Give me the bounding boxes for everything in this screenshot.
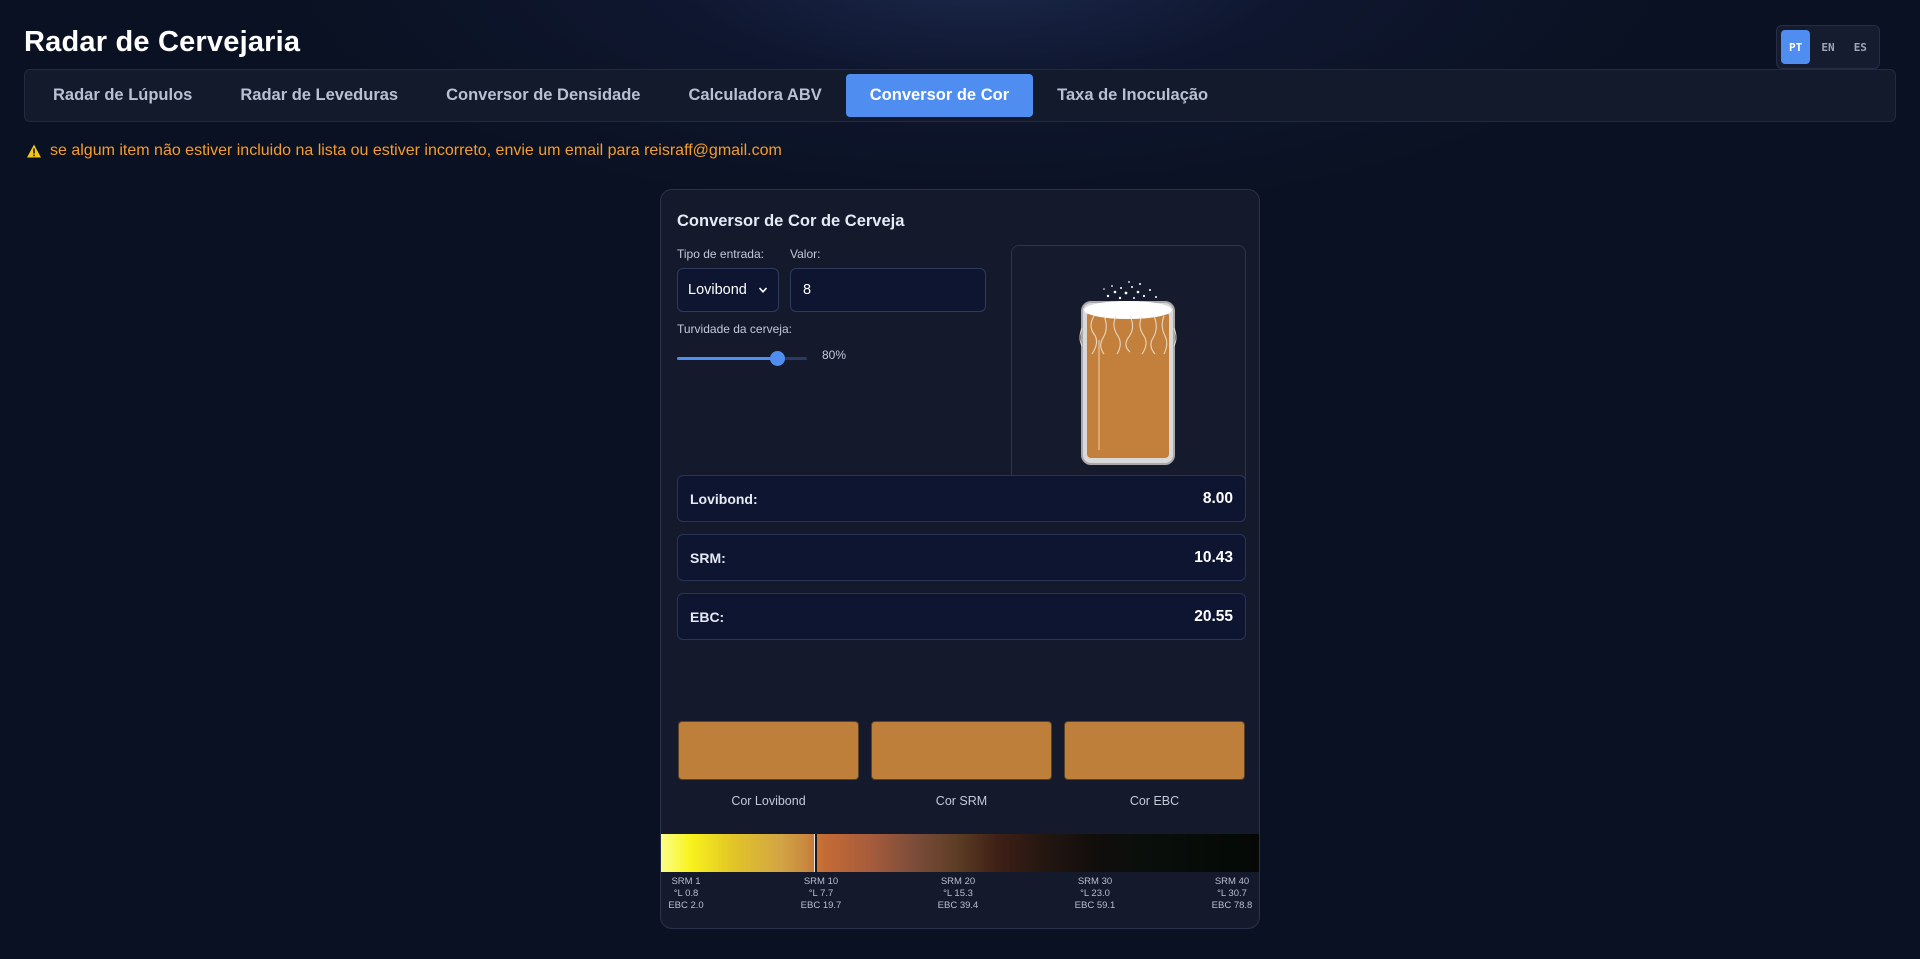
main-tabs: Radar de Lúpulos Radar de Leveduras Conv… (24, 69, 1896, 122)
tick-ebc: EBC 2.0 (668, 900, 704, 911)
scale-tick: SRM 40 °L 30.7 EBC 78.8 (1192, 876, 1259, 912)
result-lovibond: Lovibond: 8.00 (677, 475, 1246, 522)
notice-text: se algum item não estiver incluido na li… (50, 142, 782, 159)
tab-pitch-rate[interactable]: Taxa de Inoculação (1033, 74, 1232, 117)
value-label: Valor: (790, 247, 821, 261)
beer-glass-icon (1079, 281, 1177, 465)
tick-lovibond: °L 23.0 (1080, 888, 1110, 899)
result-srm: SRM: 10.43 (677, 534, 1246, 581)
tick-lovibond: °L 7.7 (808, 888, 834, 899)
scale-tick: SRM 1 °L 0.8 EBC 2.0 (661, 876, 726, 912)
tick-srm: SRM 1 (671, 876, 701, 887)
swatch-label-ebc: Cor EBC (1129, 794, 1180, 808)
swatch-label-lovibond: Cor Lovibond (731, 794, 806, 808)
scale-tick: SRM 30 °L 23.0 EBC 59.1 (1055, 876, 1135, 912)
tab-color-converter[interactable]: Conversor de Cor (845, 74, 1034, 117)
tick-srm: SRM 40 (1214, 876, 1250, 887)
notice-banner: se algum item não estiver incluido na li… (26, 142, 782, 160)
swatch-ebc (1064, 721, 1245, 780)
result-label: SRM: (690, 549, 726, 566)
tick-srm: SRM 10 (803, 876, 839, 887)
turbidity-slider[interactable] (677, 351, 807, 366)
swatch-srm (871, 721, 1052, 780)
turbidity-value: 80% (822, 348, 847, 362)
tick-ebc: EBC 39.4 (937, 900, 979, 911)
tick-ebc: EBC 59.1 (1074, 900, 1116, 911)
slider-thumb[interactable] (769, 351, 785, 366)
result-value: 10.43 (1194, 548, 1233, 566)
warning-icon (27, 144, 41, 158)
tab-abv-calculator[interactable]: Calculadora ABV (664, 74, 845, 117)
input-type-label: Tipo de entrada: (677, 247, 764, 261)
language-switcher: PT EN ES (1776, 25, 1880, 69)
tick-lovibond: °L 30.7 (1217, 888, 1247, 899)
chevron-down-icon (758, 287, 768, 293)
tick-srm: SRM 30 (1077, 876, 1113, 887)
result-value: 20.55 (1194, 607, 1233, 625)
tab-hop-radar[interactable]: Radar de Lúpulos (29, 74, 216, 117)
result-label: Lovibond: (690, 490, 758, 507)
card-title: Conversor de Cor de Cerveja (677, 212, 905, 230)
result-value: 8.00 (1202, 489, 1233, 507)
turbidity-label: Turvidade da cerveja: (677, 322, 792, 336)
scale-tick: SRM 10 °L 7.7 EBC 19.7 (781, 876, 861, 912)
app-title: Radar de Cervejaria (24, 26, 301, 58)
swatch-lovibond (678, 721, 859, 780)
lang-button-pt[interactable]: PT (1781, 30, 1811, 64)
slider-fill (677, 357, 777, 360)
color-scale-bar (661, 834, 1259, 872)
tick-srm: SRM 20 (940, 876, 976, 887)
tab-yeast-radar[interactable]: Radar de Leveduras (216, 74, 422, 117)
tab-density-converter[interactable]: Conversor de Densidade (422, 74, 664, 117)
color-converter-card: Conversor de Cor de Cerveja Tipo de entr… (660, 189, 1260, 929)
color-scale-marker (814, 834, 818, 872)
result-ebc: EBC: 20.55 (677, 593, 1246, 640)
lang-button-es[interactable]: ES (1846, 30, 1875, 64)
tick-lovibond: °L 15.3 (943, 888, 973, 899)
input-type-selected: Lovibond (688, 282, 747, 298)
swatch-label-srm: Cor SRM (935, 794, 988, 808)
input-type-select[interactable]: Lovibond (677, 268, 779, 312)
lang-button-en[interactable]: EN (1813, 30, 1842, 64)
tick-lovibond: °L 0.8 (673, 888, 699, 899)
tick-ebc: EBC 78.8 (1211, 900, 1253, 911)
scale-tick: SRM 20 °L 15.3 EBC 39.4 (918, 876, 998, 912)
tick-ebc: EBC 19.7 (800, 900, 842, 911)
result-label: EBC: (690, 608, 725, 625)
value-input[interactable] (790, 268, 986, 312)
